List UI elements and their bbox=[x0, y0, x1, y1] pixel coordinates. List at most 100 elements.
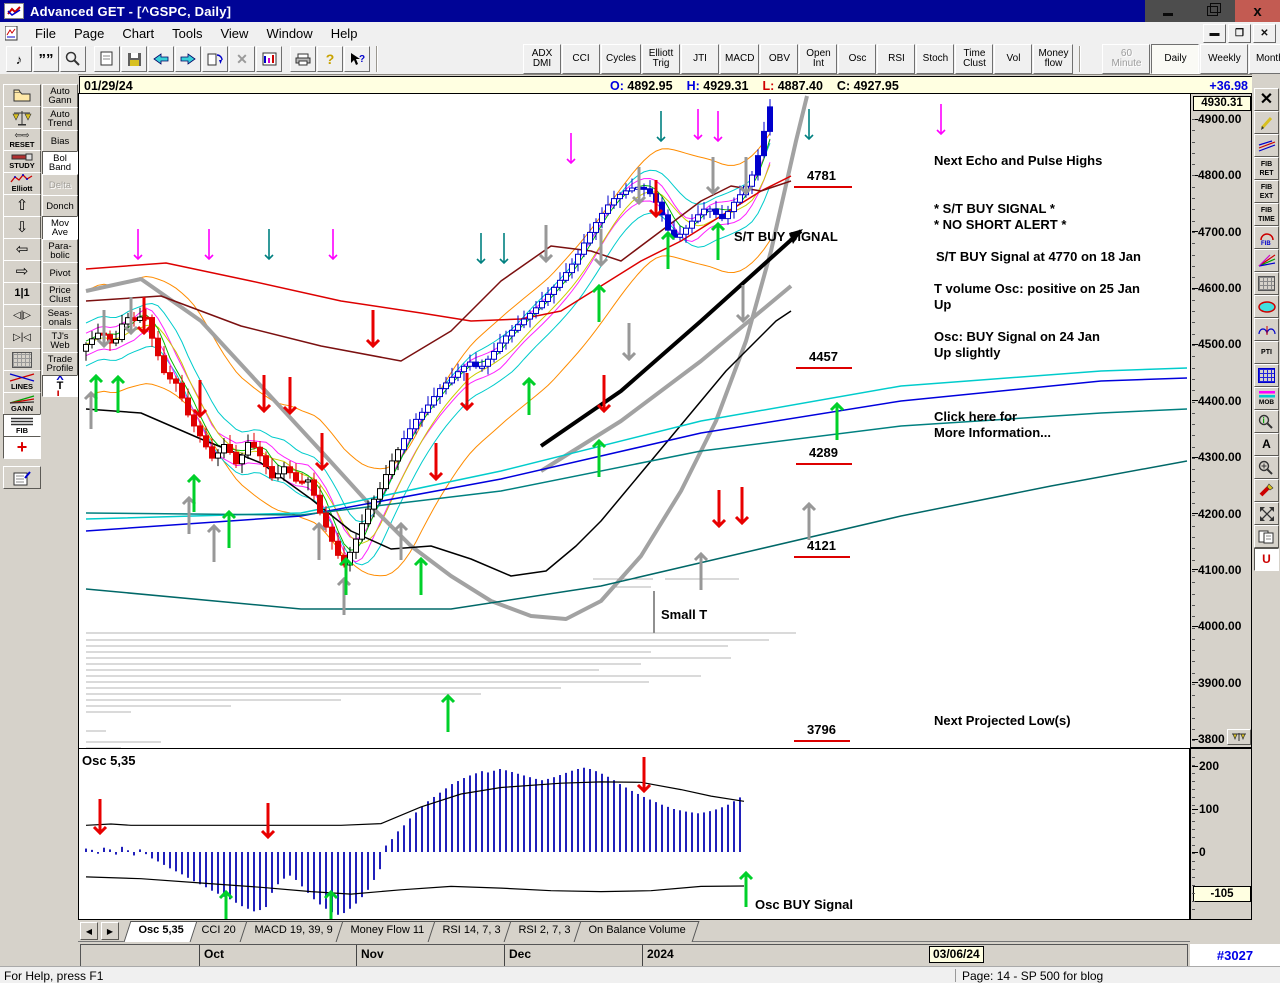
crosshair-button[interactable]: + bbox=[3, 436, 41, 459]
tab-macd-19-39-9[interactable]: MACD 19, 39, 9 bbox=[239, 921, 347, 942]
delete-page-button[interactable]: ✕ bbox=[229, 46, 255, 72]
lines-tool-button[interactable]: LINES bbox=[3, 370, 41, 393]
timeframe-monthly[interactable]: Monthly bbox=[1249, 44, 1280, 74]
compress-bars-button[interactable]: ▷|◁ bbox=[3, 326, 41, 349]
close-button[interactable]: x bbox=[1235, 0, 1280, 22]
timeframe-daily[interactable]: Daily bbox=[1151, 44, 1200, 74]
fib-retracement-tool[interactable]: FIB RET bbox=[1254, 157, 1279, 180]
study-delta[interactable]: Delta bbox=[42, 174, 78, 196]
print-button[interactable] bbox=[290, 46, 316, 72]
study-tj-s-web[interactable]: TJ's Web bbox=[42, 329, 78, 353]
study-auto-trend[interactable]: Auto Trend bbox=[42, 107, 78, 131]
grid-tool[interactable] bbox=[1254, 272, 1279, 295]
gann-fan-tool[interactable] bbox=[1254, 249, 1279, 272]
indicator-osc[interactable]: Osc bbox=[838, 44, 877, 74]
indicator-elliott-trig[interactable]: Elliott Trig bbox=[642, 44, 681, 74]
notes-tool[interactable] bbox=[1254, 525, 1279, 548]
expand-window-tool[interactable] bbox=[1254, 502, 1279, 525]
gann-tool-button[interactable]: GANN bbox=[3, 392, 41, 415]
indicator-jti[interactable]: JTI bbox=[681, 44, 720, 74]
oscillator-panel[interactable]: Osc 5,35 Osc BUY Signal bbox=[78, 748, 1190, 920]
magnet-tool[interactable]: U bbox=[1254, 548, 1279, 571]
indicator-time-clust[interactable]: Time Clust bbox=[955, 44, 994, 74]
scroll-down-button[interactable]: ⇩ bbox=[3, 216, 41, 239]
tab-on-balance-volume[interactable]: On Balance Volume bbox=[573, 921, 700, 942]
study-bias[interactable]: Bias bbox=[42, 130, 78, 152]
delete-tool[interactable]: ✕ bbox=[1254, 88, 1279, 111]
cycle-lines-tool[interactable] bbox=[1254, 318, 1279, 341]
mdi-minimize-button[interactable]: ▬ bbox=[1203, 23, 1226, 43]
fib-time-tool[interactable]: FIB TIME bbox=[1254, 203, 1279, 226]
text-tool[interactable]: A bbox=[1254, 433, 1279, 456]
study-bol-band[interactable]: Bol Band bbox=[42, 151, 78, 175]
menu-view[interactable]: View bbox=[211, 24, 257, 43]
properties-button[interactable] bbox=[3, 466, 41, 489]
study-xtl[interactable]: XTL bbox=[42, 375, 78, 397]
menu-chart[interactable]: Chart bbox=[113, 24, 163, 43]
forward-button[interactable] bbox=[175, 46, 201, 72]
indicator-cycles[interactable]: Cycles bbox=[601, 44, 642, 74]
marker-tool[interactable] bbox=[1254, 479, 1279, 502]
tab-osc-5-35[interactable]: Osc 5,35 bbox=[123, 921, 198, 942]
save-button[interactable] bbox=[121, 46, 147, 72]
study-mov-ave[interactable]: Mov Ave bbox=[42, 216, 78, 240]
reset-button[interactable]: ⇦⇨ RESET bbox=[3, 128, 41, 151]
indicator-stoch[interactable]: Stoch bbox=[916, 44, 955, 74]
indicator-open-int[interactable]: Open Int bbox=[799, 44, 838, 74]
search-button[interactable] bbox=[60, 46, 86, 72]
elliott-button[interactable]: Elliott bbox=[3, 172, 41, 195]
bar-spacing-button[interactable]: 1|1 bbox=[3, 282, 41, 305]
mob-tool[interactable]: MOB bbox=[1254, 387, 1279, 410]
study-button[interactable]: STUDY bbox=[3, 150, 41, 173]
page-setup-button[interactable] bbox=[256, 46, 282, 72]
menu-tools[interactable]: Tools bbox=[163, 24, 211, 43]
menu-file[interactable]: File bbox=[26, 24, 65, 43]
menu-help[interactable]: Help bbox=[322, 24, 367, 43]
fib-extension-tool[interactable]: FIB EXT bbox=[1254, 180, 1279, 203]
zoom-tool[interactable] bbox=[1254, 456, 1279, 479]
minimize-button[interactable] bbox=[1145, 0, 1190, 22]
expand-bars-button[interactable]: ◁|▷ bbox=[3, 304, 41, 327]
menu-window[interactable]: Window bbox=[257, 24, 321, 43]
menu-page[interactable]: Page bbox=[65, 24, 113, 43]
study-donch[interactable]: Donch bbox=[42, 195, 78, 217]
indicator-rsi[interactable]: RSI bbox=[877, 44, 916, 74]
scroll-up-button[interactable]: ⇧ bbox=[3, 194, 41, 217]
timeframe-60-minute[interactable]: 60 Minute bbox=[1102, 44, 1151, 74]
date-axis[interactable]: Oct Nov Dec 2024 03/06/24 bbox=[80, 944, 1188, 967]
fib-tool-button[interactable]: FIB bbox=[3, 414, 41, 437]
indicator-adx-dmi[interactable]: ADX DMI bbox=[523, 44, 561, 74]
indicator-cci[interactable]: CCI bbox=[562, 44, 600, 74]
study-seas-onals[interactable]: Seas- onals bbox=[42, 306, 78, 330]
tab-money-flow-11[interactable]: Money Flow 11 bbox=[335, 921, 438, 942]
trendlines-tool[interactable] bbox=[1254, 134, 1279, 157]
study-pivot[interactable]: Pivot bbox=[42, 262, 78, 284]
tab-rsi-14-7-3[interactable]: RSI 14, 7, 3 bbox=[427, 921, 515, 942]
context-help-button[interactable]: ? bbox=[344, 46, 370, 72]
chart-document-icon[interactable] bbox=[5, 25, 18, 41]
back-button[interactable] bbox=[148, 46, 174, 72]
pencil-tool[interactable] bbox=[1254, 111, 1279, 134]
projection-date-marker[interactable]: 03/06/24 bbox=[929, 946, 984, 963]
mdi-close-button[interactable]: ✕ bbox=[1253, 23, 1276, 43]
help-button[interactable]: ? bbox=[317, 46, 343, 72]
ellipse-tool[interactable] bbox=[1254, 295, 1279, 318]
fib-circle-tool[interactable]: FIB bbox=[1254, 226, 1279, 249]
study-trade-profile[interactable]: Trade Profile bbox=[42, 352, 78, 376]
annotation-click-info-1[interactable]: Click here for bbox=[934, 409, 1017, 424]
indicator-macd[interactable]: MACD bbox=[720, 44, 760, 74]
timeframe-weekly[interactable]: Weekly bbox=[1200, 44, 1249, 74]
scroll-right-button[interactable]: ⇨ bbox=[3, 260, 41, 283]
scroll-left-button[interactable]: ⇦ bbox=[3, 238, 41, 261]
mdi-restore-button[interactable]: ❐ bbox=[1228, 23, 1251, 43]
new-page-button[interactable] bbox=[94, 46, 120, 72]
restore-button[interactable] bbox=[1190, 0, 1235, 22]
grid-button[interactable] bbox=[3, 348, 41, 371]
price-chart[interactable]: Next Echo and Pulse Highs * S/T BUY SIGNA… bbox=[78, 93, 1191, 750]
price-axis[interactable]: 4930.31 4900.00 4800.00 4700.00 4600.00 4500… bbox=[1190, 93, 1252, 748]
compare-scales-button[interactable] bbox=[3, 106, 41, 129]
study-auto-gann[interactable]: Auto Gann bbox=[42, 84, 78, 108]
tab-rsi-2-7-3[interactable]: RSI 2, 7, 3 bbox=[503, 921, 585, 942]
scale-toggle-button[interactable] bbox=[1227, 729, 1251, 745]
tab-scroll-left-button[interactable]: ◀ bbox=[80, 922, 98, 940]
